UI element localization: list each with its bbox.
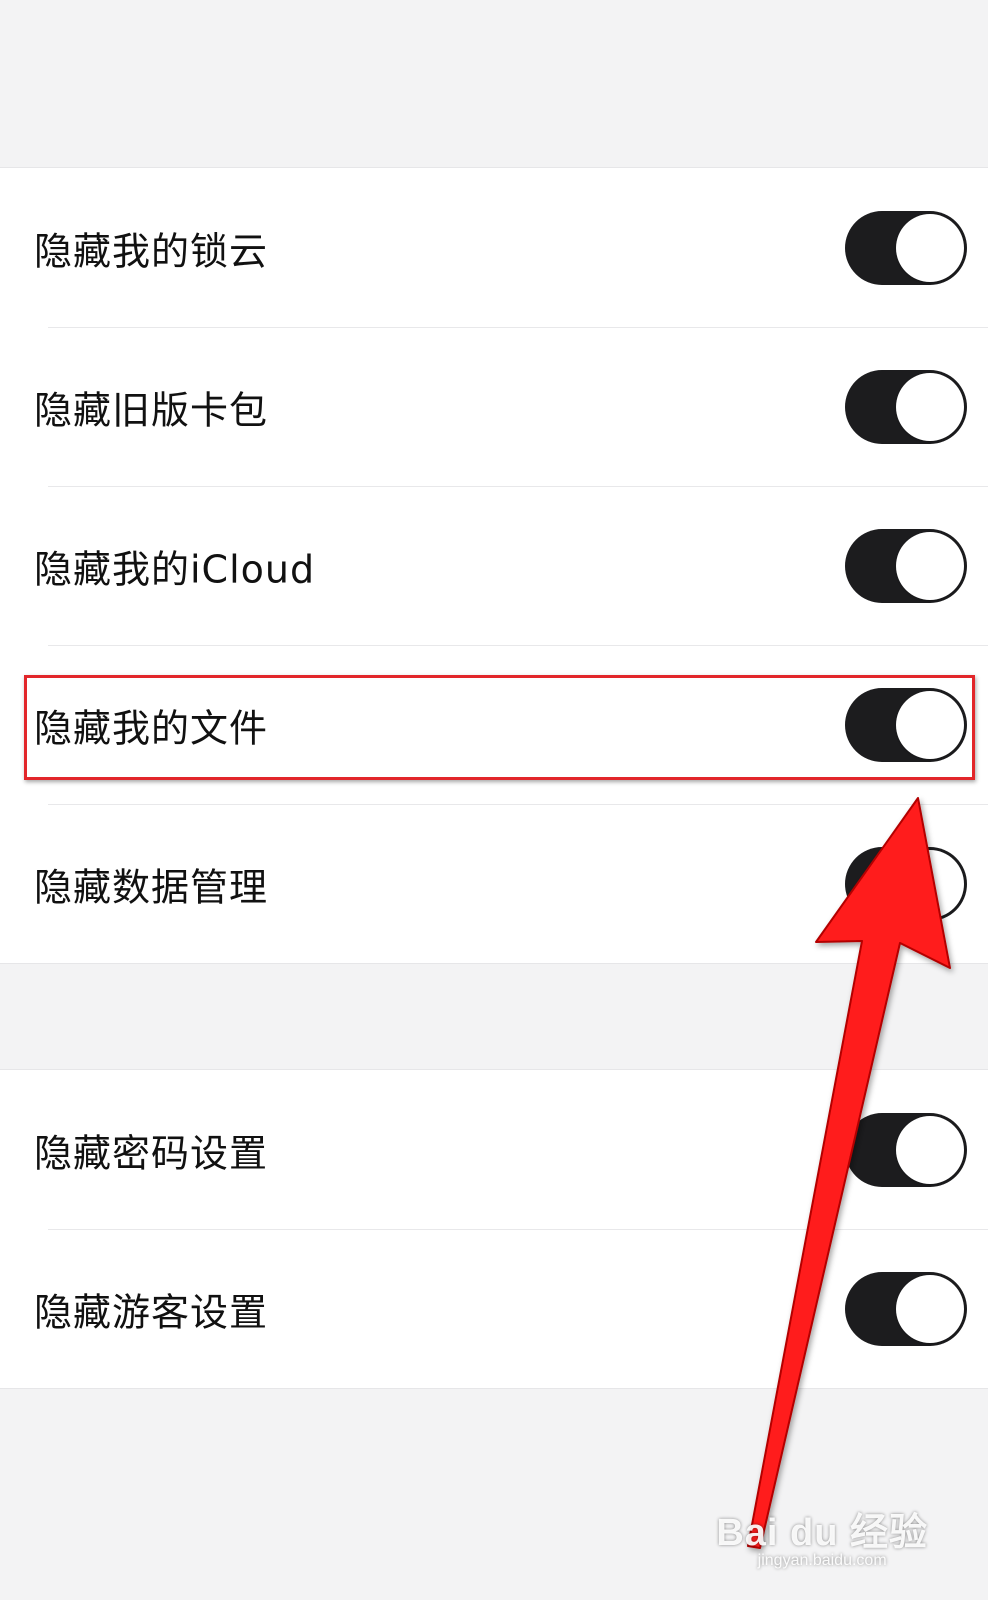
toggle-knob bbox=[896, 1274, 964, 1343]
setting-row-hide-my-files[interactable]: 隐藏我的文件 bbox=[0, 645, 988, 804]
settings-group-1: 隐藏我的锁云 隐藏旧版卡包 隐藏我的iCloud 隐藏我的文件 隐藏数据管理 bbox=[0, 167, 988, 964]
toggle-knob bbox=[896, 690, 964, 759]
baidu-jingyan-watermark: Bai du 经验 jingyan.baidu.com bbox=[716, 1501, 928, 1570]
toggle-knob bbox=[896, 1115, 964, 1184]
setting-label: 隐藏密码设置 bbox=[34, 1131, 269, 1175]
toggle-knob bbox=[896, 372, 964, 441]
setting-row-hide-icloud[interactable]: 隐藏我的iCloud bbox=[0, 486, 988, 645]
hide-lock-cloud-toggle[interactable] bbox=[845, 210, 967, 285]
hide-old-wallet-toggle[interactable] bbox=[845, 369, 967, 444]
hide-data-management-toggle[interactable] bbox=[845, 846, 967, 921]
watermark-url: jingyan.baidu.com bbox=[757, 1552, 887, 1569]
hide-icloud-toggle[interactable] bbox=[845, 528, 967, 603]
hide-my-files-toggle[interactable] bbox=[845, 687, 967, 762]
setting-row-hide-lock-cloud[interactable]: 隐藏我的锁云 bbox=[0, 168, 988, 327]
toggle-knob bbox=[896, 531, 964, 600]
setting-label: 隐藏我的文件 bbox=[34, 706, 269, 750]
toggle-knob bbox=[896, 849, 964, 918]
setting-label: 隐藏游客设置 bbox=[34, 1290, 269, 1334]
setting-row-hide-guest-settings[interactable]: 隐藏游客设置 bbox=[0, 1229, 988, 1388]
hide-guest-settings-toggle[interactable] bbox=[845, 1271, 967, 1346]
setting-row-hide-password-settings[interactable]: 隐藏密码设置 bbox=[0, 1070, 988, 1229]
setting-label: 隐藏旧版卡包 bbox=[34, 388, 269, 432]
toggle-knob bbox=[896, 213, 964, 282]
settings-group-2: 隐藏密码设置 隐藏游客设置 bbox=[0, 1069, 988, 1389]
setting-label: 隐藏数据管理 bbox=[34, 865, 269, 909]
setting-row-hide-data-management[interactable]: 隐藏数据管理 bbox=[0, 804, 988, 963]
setting-label: 隐藏我的锁云 bbox=[34, 229, 269, 273]
setting-label: 隐藏我的iCloud bbox=[34, 547, 316, 591]
setting-row-hide-old-wallet[interactable]: 隐藏旧版卡包 bbox=[0, 327, 988, 486]
hide-password-settings-toggle[interactable] bbox=[845, 1112, 967, 1187]
watermark-logo: Bai du 经验 bbox=[716, 1512, 928, 1554]
